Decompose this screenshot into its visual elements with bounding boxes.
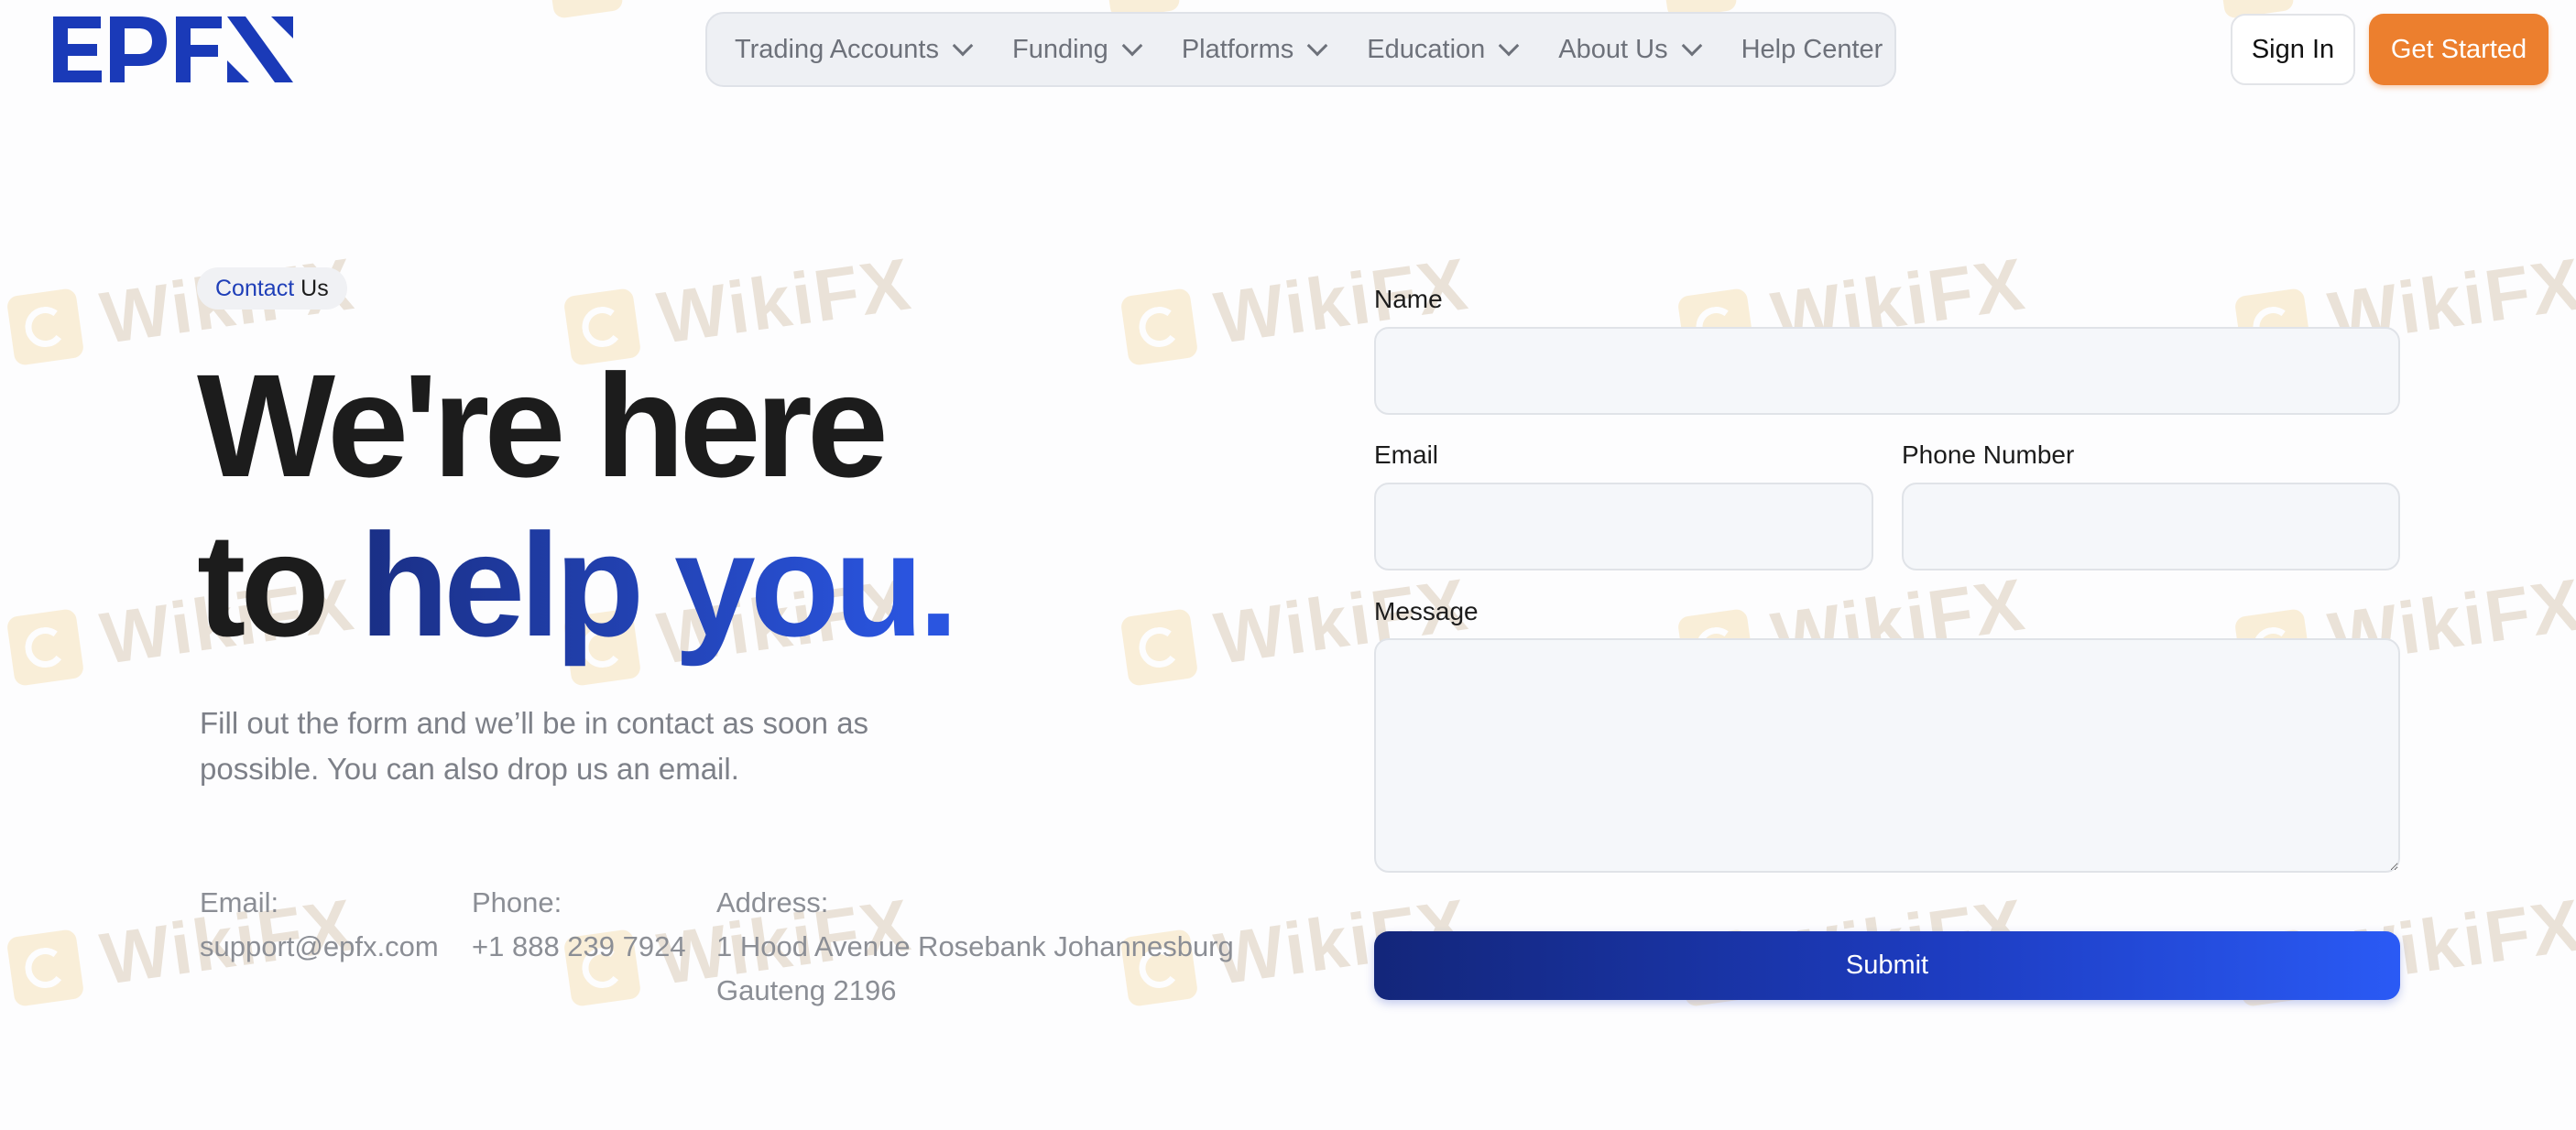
message-textarea[interactable] <box>1374 638 2400 873</box>
headline-plain: to <box>197 503 330 667</box>
phone-number-label: Phone Number <box>1902 440 2075 469</box>
address-line-1: 1 Hood Avenue Rosebank Johannesburg <box>716 930 1234 962</box>
hero-subtext: Fill out the form and we’ll be in contac… <box>200 706 869 786</box>
page-headline: We're here to help you. <box>197 343 959 667</box>
name-field[interactable] <box>1374 327 2400 415</box>
headline-line-2: to help you. <box>197 503 959 667</box>
nav-item-label: Education <box>1367 34 1486 64</box>
nav-item-label: Trading Accounts <box>735 34 939 64</box>
sign-in-button[interactable]: Sign In <box>2231 14 2355 85</box>
email-value: support@epfx.com <box>200 930 439 962</box>
watermark-logo-icon <box>545 0 624 19</box>
nav-item-label: Help Center <box>1741 34 1883 64</box>
nav-education[interactable]: Education <box>1367 34 1520 65</box>
watermark-logo-icon <box>5 608 85 687</box>
get-started-button[interactable]: Get Started <box>2369 14 2549 85</box>
watermark-logo-icon <box>1119 608 1199 687</box>
nav-about-us[interactable]: About Us <box>1558 34 1702 65</box>
headline-line-1: We're here <box>197 343 889 507</box>
email-label: Email: <box>200 886 279 918</box>
name-label: Name <box>1374 285 1443 313</box>
nav-item-label: Funding <box>1012 34 1108 64</box>
nav-trading-accounts[interactable]: Trading Accounts <box>735 34 974 65</box>
badge-accent-text: Contact <box>215 275 295 301</box>
email-field-label: Email <box>1374 440 1439 469</box>
watermark <box>545 0 624 19</box>
epfx-logo[interactable] <box>53 13 293 91</box>
contact-email-block: Email: support@epfx.com <box>200 881 439 969</box>
chevron-down-icon <box>1498 35 1520 56</box>
phone-number-field[interactable] <box>1902 483 2400 570</box>
main-nav: Trading Accounts Funding Platforms Educa… <box>705 12 1896 87</box>
watermark-logo-icon <box>1119 288 1199 366</box>
address-label: Address: <box>716 886 829 918</box>
nav-item-label: Platforms <box>1181 34 1294 64</box>
email-field[interactable] <box>1374 483 1873 570</box>
nav-funding[interactable]: Funding <box>1012 34 1143 65</box>
address-line-2: Gauteng 2196 <box>716 974 897 1006</box>
nav-platforms[interactable]: Platforms <box>1181 34 1328 65</box>
contact-phone-block: Phone: +1 888 239 7924 <box>472 881 686 969</box>
watermark-logo-icon <box>5 929 85 1007</box>
nav-item-label: About Us <box>1558 34 1668 64</box>
headline-accent: help you <box>359 503 923 667</box>
chevron-down-icon <box>952 35 974 56</box>
message-label: Message <box>1374 597 1479 625</box>
watermark-logo-icon <box>5 288 85 366</box>
submit-button[interactable]: Submit <box>1374 931 2400 1000</box>
phone-value: +1 888 239 7924 <box>472 930 686 962</box>
chevron-down-icon <box>1681 35 1702 56</box>
chevron-down-icon <box>1306 35 1328 56</box>
chevron-down-icon <box>1121 35 1143 56</box>
contact-us-badge: Contact Us <box>197 267 347 310</box>
phone-label: Phone: <box>472 886 562 918</box>
contact-address-block: Address: 1 Hood Avenue Rosebank Johannes… <box>716 881 1234 1013</box>
nav-help-center[interactable]: Help Center <box>1741 35 1883 65</box>
badge-text: Us <box>300 275 329 301</box>
headline-dot: . <box>918 503 959 667</box>
